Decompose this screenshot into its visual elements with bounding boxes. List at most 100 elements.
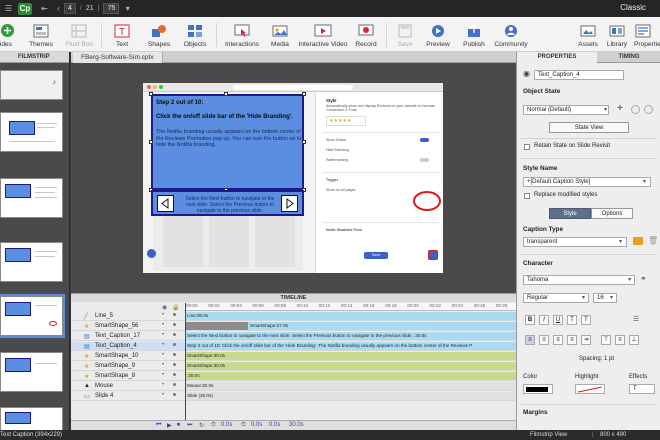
row-lock-icon[interactable]: [173, 393, 176, 396]
timeline-row[interactable]: ▤ Text_Caption_4 • Step 2 out of 10: Click …: [71, 342, 516, 351]
slide-thumbnail[interactable]: [0, 242, 63, 282]
slide-thumbnail[interactable]: ♪: [0, 70, 63, 100]
reset-state-icon[interactable]: [631, 105, 640, 114]
timeline-bar[interactable]: SmartShape:30.0s: [185, 362, 516, 370]
play-icon[interactable]: ▶: [167, 422, 172, 429]
current-page-input[interactable]: 4: [64, 3, 76, 14]
lock-header-icon[interactable]: 🔒: [172, 304, 179, 311]
slide-canvas[interactable]: Style Automatically show and display Rev…: [143, 83, 443, 273]
zoom-input[interactable]: 75: [103, 3, 120, 14]
library-button[interactable]: Library: [605, 18, 629, 51]
row-lock-icon[interactable]: [173, 373, 176, 376]
link-icon[interactable]: ⚭: [640, 274, 647, 283]
align-center-icon[interactable]: ≡: [539, 335, 549, 345]
timeline-ruler[interactable]: 00:00 00:02 00:04 00:06 00:08 00:10 00:12 00:14…: [184, 303, 516, 311]
row-visibility-icon[interactable]: •: [162, 312, 164, 318]
timeline-bar[interactable]: Line:30.0s: [185, 312, 516, 320]
valign-top-icon[interactable]: ⊤: [601, 335, 611, 345]
trash-icon[interactable]: 🗑: [648, 236, 658, 245]
themes-button[interactable]: Themes: [27, 18, 55, 51]
record-button[interactable]: Record: [354, 18, 378, 51]
row-visibility-icon[interactable]: •: [162, 372, 164, 378]
highlight-color-swatch[interactable]: [575, 384, 605, 394]
timeline-bar[interactable]: Slide (30.0s): [185, 392, 516, 400]
objects-button[interactable]: Objects: [181, 18, 209, 51]
timeline-row[interactable]: ★ SmartShape_10 • SmartShape:30.0s: [71, 352, 516, 361]
object-name-field[interactable]: Text_Caption_4: [534, 70, 624, 80]
timeline-bar[interactable]: Select the Next button to navigate to th…: [185, 332, 516, 340]
list-icon[interactable]: ☰: [633, 315, 639, 323]
forward-icon[interactable]: ⏭: [187, 422, 192, 429]
row-lock-icon[interactable]: [173, 383, 176, 386]
slide-thumbnail-selected[interactable]: [0, 294, 65, 338]
valign-bottom-icon[interactable]: ⊥: [629, 335, 639, 345]
delete-state-icon[interactable]: [644, 105, 653, 114]
effects-select[interactable]: T: [629, 384, 655, 394]
playhead[interactable]: [185, 303, 186, 423]
state-view-button[interactable]: State View: [549, 122, 629, 133]
interactions-button[interactable]: Interactions: [223, 18, 261, 51]
row-lock-icon[interactable]: [173, 363, 176, 366]
tab-timing[interactable]: TIMING: [597, 52, 660, 63]
document-tab[interactable]: FBerg-Software-Sim.cptx: [73, 52, 163, 63]
options-tab[interactable]: Options: [591, 208, 633, 219]
align-justify-icon[interactable]: ≡: [567, 335, 577, 345]
row-visibility-icon[interactable]: •: [162, 322, 164, 328]
timeline-row[interactable]: ★ SmartShape_8 •:30.0s: [71, 372, 516, 381]
row-visibility-icon[interactable]: •: [162, 392, 164, 398]
stop-icon[interactable]: ⏹: [177, 422, 180, 429]
visibility-header-icon[interactable]: ◉: [162, 304, 167, 311]
row-lock-icon[interactable]: [173, 313, 176, 316]
properties-button[interactable]: Properties: [634, 18, 660, 51]
preview-button[interactable]: Preview: [425, 18, 451, 51]
state-select[interactable]: Normal (Default): [523, 105, 609, 115]
community-button[interactable]: Community: [494, 18, 528, 51]
align-right-icon[interactable]: ≡: [553, 335, 563, 345]
fluid-box-button[interactable]: Fluid Box: [64, 18, 94, 51]
text-button[interactable]: T Text: [110, 18, 134, 51]
text-caption-selected[interactable]: Step 2 out of 10: Click the on/off slide…: [151, 94, 304, 190]
timeline-row[interactable]: ╱ Line_5 • Line:30.0s: [71, 312, 516, 321]
slide-thumbnail[interactable]: [0, 178, 63, 218]
resize-handle[interactable]: [302, 140, 306, 144]
row-lock-icon[interactable]: [173, 353, 176, 356]
bold-button[interactable]: B: [525, 315, 535, 325]
superscript-button[interactable]: T: [567, 315, 577, 325]
underline-button[interactable]: U: [553, 315, 563, 325]
subscript-button[interactable]: T: [581, 315, 591, 325]
first-slide-icon[interactable]: ⇤: [39, 3, 50, 14]
caption-type-select[interactable]: transparent: [523, 237, 627, 247]
highlight-circle[interactable]: [413, 191, 441, 211]
timeline-bar[interactable]: :30.0s: [185, 372, 516, 380]
row-lock-icon[interactable]: [173, 323, 176, 326]
interactive-video-button[interactable]: Interactive Video: [298, 18, 348, 51]
publish-button[interactable]: Publish: [461, 18, 487, 51]
previous-button[interactable]: [157, 195, 174, 212]
previous-slide-icon[interactable]: ‹: [53, 3, 64, 14]
indent-icon[interactable]: ⇥: [581, 335, 591, 345]
tab-properties[interactable]: PROPERTIES: [517, 52, 597, 63]
timeline-bar[interactable]: SmartShape:30.0s: [185, 352, 516, 360]
loop-icon[interactable]: ↻: [199, 422, 204, 429]
navigation-box[interactable]: Select the Next button to navigate to th…: [151, 190, 304, 216]
resize-handle[interactable]: [149, 140, 153, 144]
style-name-select[interactable]: +[Default Caption Style]: [523, 177, 651, 187]
media-button[interactable]: Media: [268, 18, 292, 51]
folder-icon[interactable]: [633, 237, 643, 245]
resize-handle[interactable]: [149, 92, 153, 96]
row-lock-icon[interactable]: [173, 333, 176, 336]
assets-button[interactable]: Assets: [576, 18, 600, 51]
timeline-row[interactable]: ★ SmartShape_56 • SmartShape:27.0s: [71, 322, 516, 331]
visibility-icon[interactable]: ◉: [523, 69, 530, 78]
timeline-bar[interactable]: SmartShape:27.0s: [247, 322, 516, 330]
timeline-bar[interactable]: Step 2 out of 10: Click the on/off slide…: [185, 342, 516, 350]
toggle-switch[interactable]: [420, 138, 429, 142]
timeline-row[interactable]: ★ SmartShape_9 • SmartShape:30.0s: [71, 362, 516, 371]
menu-icon[interactable]: ☰: [3, 3, 14, 14]
row-visibility-icon[interactable]: •: [162, 362, 164, 368]
save-button[interactable]: Save: [395, 18, 415, 51]
slides-button[interactable]: Slides: [0, 18, 18, 51]
style-tab[interactable]: Style: [549, 208, 591, 219]
timeline-bar[interactable]: Mouse:30.0s: [185, 382, 516, 390]
font-select[interactable]: Tahoma: [523, 275, 635, 285]
